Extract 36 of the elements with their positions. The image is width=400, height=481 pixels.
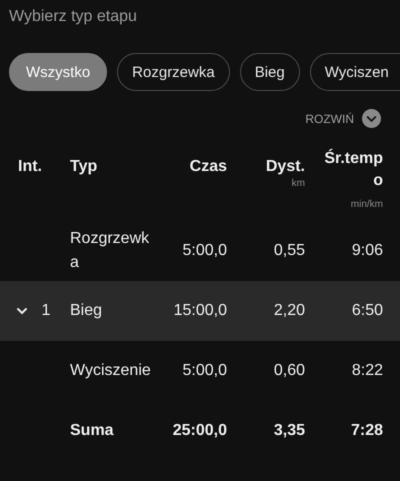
table-cell: 0,60	[274, 362, 305, 379]
table-row[interactable]: Wyciszenie 5:00,0 0,60 8:22	[0, 341, 400, 401]
table-cell-text: Rozgrzewka	[70, 229, 150, 273]
table-cell: 25:00,0	[172, 422, 227, 439]
column-header: Typ	[70, 158, 98, 176]
table-cell: 0,55	[274, 242, 305, 259]
column-unit: min/km	[350, 198, 383, 212]
table-cell: 5:00,0	[182, 362, 227, 379]
table-cell: 1	[42, 302, 50, 320]
table-row[interactable]: 1 Bieg 15:00,0 2,20 6:50	[0, 281, 400, 341]
table-cell: 8:22	[352, 362, 383, 379]
column-unit: km	[292, 178, 305, 189]
table-cell: 9:06	[352, 242, 383, 259]
table-cell: 3,35	[274, 422, 305, 439]
table-row[interactable]: Rozgrzewka 5:00,0 0,55 9:06	[0, 221, 400, 281]
expand-link[interactable]: ROZWIŃ	[305, 112, 354, 126]
filter-chip[interactable]: Wszystko	[9, 53, 108, 91]
chevron-down-icon[interactable]	[16, 307, 28, 315]
filter-chip[interactable]: Rozgrzewka	[117, 53, 230, 91]
table-cell: 7:28	[350, 422, 383, 439]
filter-label: Wybierz typ etapu	[8, 7, 138, 27]
column-header: Int.	[18, 158, 42, 176]
table-cell-text: Wyciszenie	[70, 361, 151, 381]
table-cell-text: Bieg	[70, 301, 102, 321]
chevron-down-icon[interactable]	[362, 109, 381, 128]
filter-chip[interactable]: Wyciszen	[310, 53, 400, 91]
table-cell: 15:00,0	[174, 302, 227, 319]
filter-chip[interactable]: Bieg	[240, 53, 300, 91]
column-header: Śr.tempo	[323, 148, 383, 191]
column-header: Czas	[190, 158, 227, 176]
table-cell-text: Suma	[70, 421, 114, 441]
table-cell: 5:00,0	[182, 242, 227, 259]
table-row[interactable]: Suma 25:00,0 3,35 7:28	[0, 401, 400, 461]
table-cell: 2,20	[274, 302, 305, 319]
table-cell: 6:50	[352, 302, 383, 319]
column-header: Dyst.	[266, 158, 305, 176]
